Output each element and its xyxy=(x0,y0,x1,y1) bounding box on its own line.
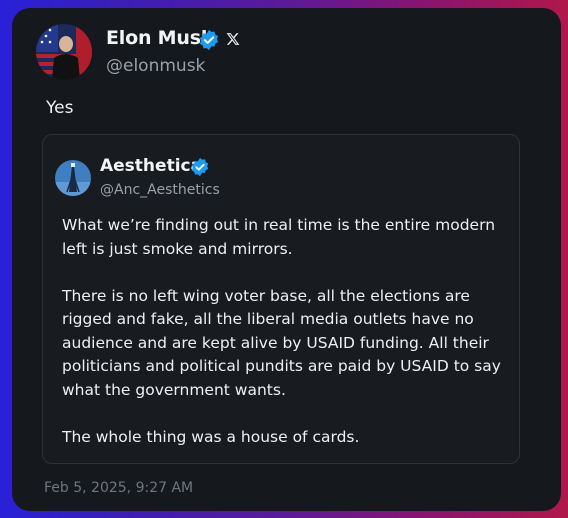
quoted-verified-badge-icon xyxy=(191,157,209,177)
quoted-paragraph: The whole thing was a house of cards. xyxy=(62,427,360,446)
quoted-author-handle[interactable]: @Anc_Aesthetics xyxy=(100,182,220,198)
quoted-paragraph: What we’re finding out in real time is t… xyxy=(62,216,496,258)
post-text: Yes xyxy=(46,98,74,118)
x-logo-icon xyxy=(226,33,240,45)
quoted-author-name[interactable]: Aesthetica xyxy=(100,156,202,176)
quoted-text: What we’re finding out in real time is t… xyxy=(62,214,512,473)
author-avatar[interactable] xyxy=(36,24,92,80)
quoted-paragraph: There is no left wing voter base, all th… xyxy=(62,286,501,399)
quoted-author-avatar[interactable] xyxy=(55,160,91,196)
verified-badge-icon xyxy=(199,29,219,51)
author-handle[interactable]: @elonmusk xyxy=(106,56,205,76)
post-timestamp[interactable]: Feb 5, 2025, 9:27 AM xyxy=(44,480,193,496)
